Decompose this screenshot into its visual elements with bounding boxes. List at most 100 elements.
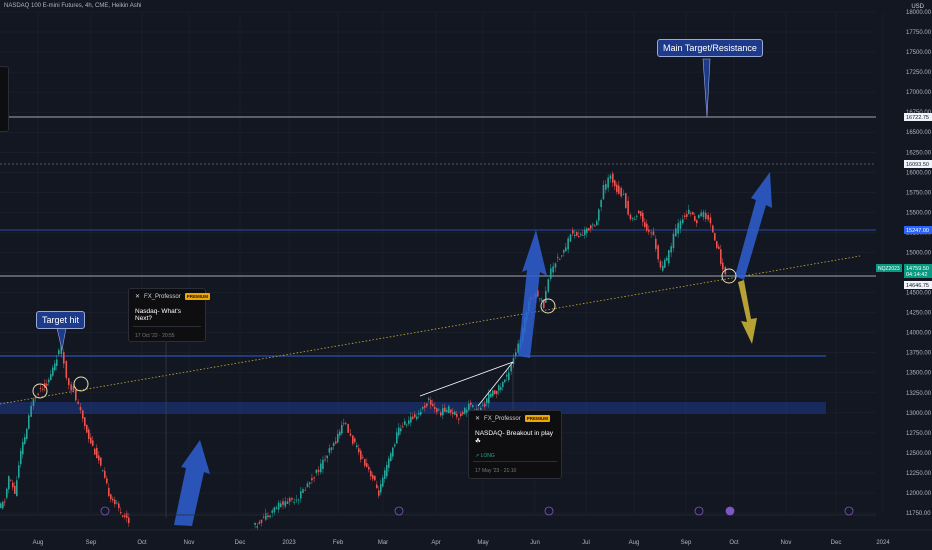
candle-body: [382, 477, 384, 487]
candle-body: [326, 455, 329, 459]
candle-body: [565, 247, 567, 252]
main-target-label[interactable]: Main Target/Resistance: [657, 39, 763, 57]
callout-author[interactable]: FX_Professor: [144, 294, 181, 300]
candle-body: [545, 291, 547, 303]
candle-body: [644, 222, 646, 227]
candle-body: [472, 405, 474, 407]
candle-body: [541, 299, 543, 301]
candle-body: [482, 405, 484, 407]
callout-author[interactable]: FX_Professor: [484, 416, 521, 422]
candle-body: [594, 225, 596, 227]
currency-label[interactable]: USD: [911, 4, 924, 10]
candle-body: [335, 441, 337, 444]
candle-body: [376, 484, 378, 489]
candle-body: [420, 411, 422, 415]
candle-body: [510, 365, 512, 372]
candle-body: [705, 212, 707, 219]
x-tick-label: Nov: [781, 540, 792, 546]
candle-body: [618, 185, 620, 194]
candle-body: [291, 498, 293, 500]
candle-body: [114, 499, 116, 505]
target-hit-label[interactable]: Target hit: [36, 311, 86, 329]
candle-body: [260, 519, 263, 523]
candle-body: [454, 411, 456, 415]
close-icon[interactable]: ✕: [475, 415, 480, 422]
candle-body: [84, 417, 86, 426]
candle-body: [98, 455, 100, 461]
left-panel-edge[interactable]: [0, 66, 9, 132]
candle-body: [54, 363, 56, 371]
candle-body: [48, 379, 50, 383]
candle-body: [438, 409, 440, 411]
candle-body: [638, 210, 640, 214]
candle-body: [332, 443, 335, 447]
y-tick-label: 14000.00: [906, 331, 932, 337]
y-tick-label: 16500.00: [906, 130, 932, 136]
idea-callout-2[interactable]: ✕ FX_Professor PREMIUM NASDAQ- Breakout in…: [468, 410, 562, 479]
event-icons[interactable]: [100, 506, 854, 516]
price-tag-label: 16093.50: [906, 162, 929, 168]
candle-body: [620, 187, 622, 197]
up-arrow-target[interactable]: [735, 172, 772, 280]
candle-body: [256, 526, 259, 528]
candle-body: [616, 184, 618, 192]
candle-body: [659, 261, 662, 268]
candle-body: [436, 408, 438, 413]
candle-body: [592, 224, 594, 226]
candle-body: [16, 480, 18, 497]
y-tick-label: 12500.00: [906, 451, 932, 457]
candle-body: [424, 405, 426, 408]
candle-body: [126, 513, 128, 518]
candle-body: [559, 259, 561, 260]
candle-body: [286, 501, 289, 505]
candle-body: [690, 213, 692, 215]
down-arrow[interactable]: [738, 280, 757, 344]
candle-body: [6, 488, 8, 498]
candle-body: [108, 487, 110, 496]
candle-body: [446, 410, 448, 412]
candle-body: [574, 234, 576, 237]
candle-body: [569, 234, 572, 242]
candle-body: [506, 374, 508, 377]
event-icon: [544, 506, 554, 516]
candle-body: [378, 490, 380, 496]
candle-body: [39, 388, 42, 389]
candle-body: [317, 469, 320, 473]
x-tick-label: Aug: [629, 540, 640, 546]
candle-body: [297, 499, 300, 501]
idea-callout-1[interactable]: ✕ FX_Professor PREMIUM Nasdaq- What's Next…: [128, 288, 210, 342]
candle-body: [539, 298, 541, 300]
candles-group: [0, 171, 727, 537]
candle-body: [2, 501, 4, 509]
candle-body: [20, 450, 22, 465]
candle-body: [271, 510, 274, 513]
candle-body: [609, 175, 612, 179]
candle-body: [28, 415, 30, 429]
callout-title[interactable]: Nasdaq- What's Next?: [129, 302, 205, 326]
candle-body: [282, 501, 284, 505]
candle-body: [265, 513, 267, 520]
up-arrow-breakout[interactable]: [518, 230, 547, 358]
candle-body: [666, 258, 668, 261]
y-tick-label: 13250.00: [906, 391, 932, 397]
candle-body: [18, 465, 20, 478]
close-icon[interactable]: ✕: [135, 293, 140, 300]
candle-body: [557, 256, 559, 258]
candle-body: [322, 459, 324, 469]
candle-body: [65, 361, 68, 378]
candle-body: [500, 387, 502, 390]
x-tick-label: May: [477, 540, 488, 546]
candle-body: [598, 209, 600, 221]
chart-title: NASDAQ 100 E-mini Futures, 4h, CME, Heik…: [4, 3, 142, 9]
x-tick-label: Jun: [530, 540, 540, 546]
candle-body: [642, 213, 644, 222]
candle-body: [657, 245, 659, 260]
callout-title[interactable]: NASDAQ- Breakout in play ☘: [469, 424, 561, 449]
candle-body: [416, 416, 418, 420]
price-tag-label: 16722.75: [906, 115, 929, 121]
candle-body: [324, 459, 326, 461]
candle-body: [682, 219, 684, 224]
y-tick-label: 15000.00: [906, 250, 932, 256]
candle-body: [464, 408, 466, 414]
price-chart[interactable]: 18000.00 17750.00 17500.00 17250.00 17000.00…: [0, 0, 932, 550]
